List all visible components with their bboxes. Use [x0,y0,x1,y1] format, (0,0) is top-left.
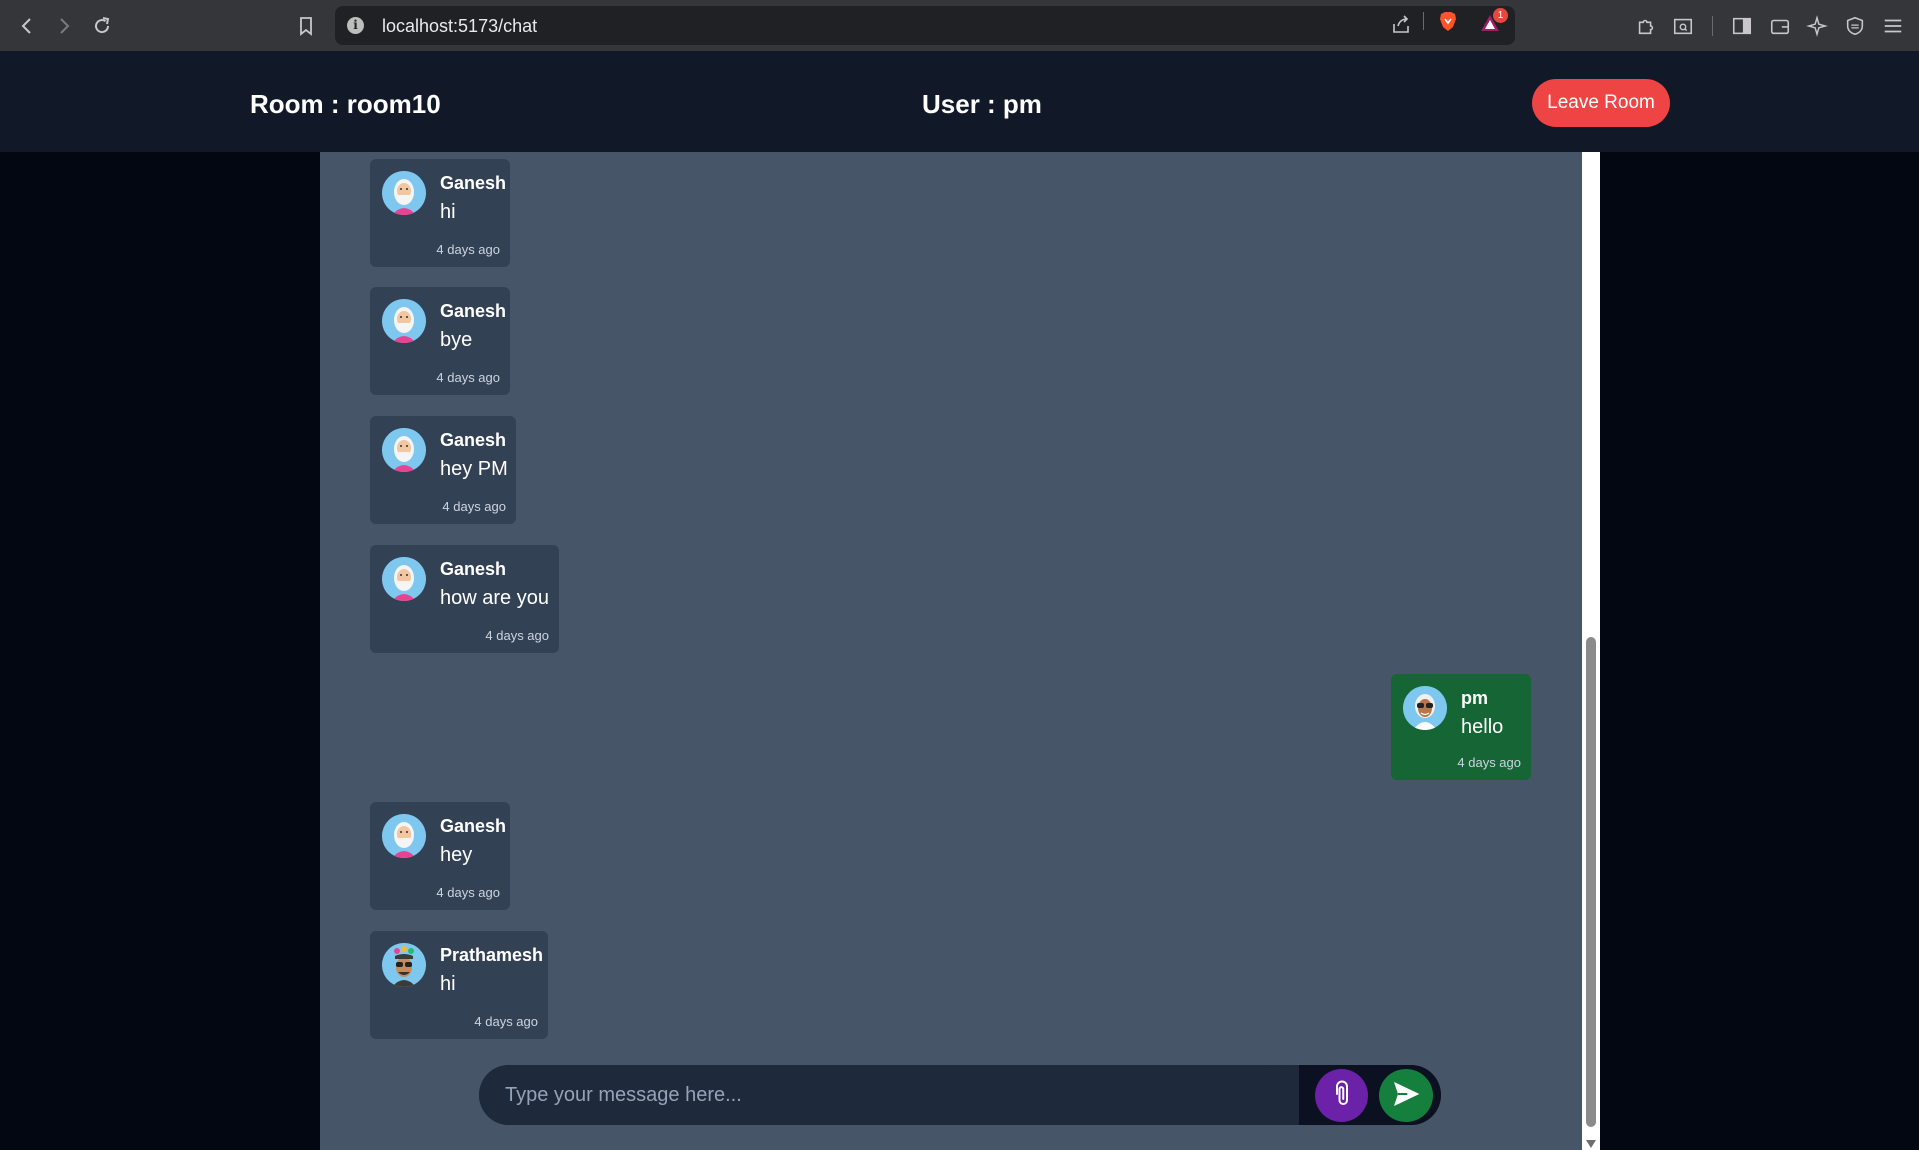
url-divider [1423,12,1424,30]
message-text: bye [440,329,473,351]
message-time: 4 days ago [485,628,549,643]
chat-scrollbar[interactable] [1582,152,1600,1150]
white-hair-avatar-icon [382,814,426,858]
brave-shields-icon[interactable] [1437,10,1459,32]
chat-messages-panel[interactable]: Ganesh hi 4 days ago Ganesh bye 4 days a… [320,152,1582,1150]
extensions-icon[interactable] [1634,14,1658,38]
reload-icon[interactable] [89,13,115,39]
address-bar[interactable]: i localhost:5173/chat [335,6,1515,45]
vpn-shield-icon[interactable] [1843,14,1867,38]
message-author: Prathamesh [440,945,544,965]
message-bubble-own: pm hello 4 days ago [1391,674,1531,780]
message-time: 4 days ago [436,885,500,900]
message-time: 4 days ago [436,370,500,385]
scrollbar-thumb[interactable] [1586,637,1596,1127]
message-text: hey PM [440,458,508,480]
send-icon [1390,1078,1422,1113]
scroll-down-icon[interactable] [1586,1140,1596,1148]
forward-icon[interactable] [51,13,77,39]
message-author: pm [1461,688,1488,708]
chat-header: Room : room10 User : pm Leave Room [0,51,1919,152]
notification-badge: 1 [1493,8,1508,23]
back-icon[interactable] [14,13,40,39]
toolbar-divider [1712,16,1713,36]
message-bubble: Ganesh bye 4 days ago [370,287,510,395]
share-icon[interactable] [1390,14,1412,36]
message-input[interactable] [479,1065,1299,1125]
message-text: hi [440,973,456,995]
white-hair-avatar-icon [382,428,426,472]
paperclip-icon [1327,1079,1357,1112]
leo-ai-icon[interactable] [1805,14,1829,38]
white-hair-avatar-icon [382,299,426,343]
message-bubble: Ganesh how are you 4 days ago [370,545,559,653]
flower-hat-avatar-icon [382,943,426,987]
message-text: how are you [440,587,549,609]
bookmark-icon[interactable] [293,13,319,39]
wallet-icon[interactable] [1768,14,1792,38]
site-info-icon[interactable]: i [347,17,364,34]
message-bubble: Ganesh hi 4 days ago [370,159,510,267]
send-button[interactable] [1379,1069,1433,1122]
message-author: Ganesh [440,816,507,836]
message-time: 4 days ago [436,242,500,257]
leave-room-button[interactable]: Leave Room [1532,79,1670,127]
message-bubble: Ganesh hey PM 4 days ago [370,416,516,524]
message-time: 4 days ago [1457,755,1521,770]
white-hair-avatar-icon [382,557,426,601]
message-author: Ganesh [440,559,507,579]
tab-search-icon[interactable] [1671,14,1695,38]
message-author: Ganesh [440,301,507,321]
message-bubble: Prathamesh hi 4 days ago [370,931,548,1039]
url-text[interactable]: localhost:5173/chat [382,16,537,37]
sunglasses-avatar-icon [1403,686,1447,730]
browser-toolbar: i localhost:5173/chat 1 [0,0,1919,51]
message-text: hey [440,844,473,866]
message-time: 4 days ago [474,1014,538,1029]
message-time: 4 days ago [442,499,506,514]
message-author: Ganesh [440,173,507,193]
attach-button[interactable] [1315,1069,1368,1122]
message-author: Ganesh [440,430,507,450]
user-name: User : pm [922,89,1042,119]
white-hair-avatar-icon [382,171,426,215]
message-composer [479,1065,1441,1125]
room-name: Room : room10 [250,89,441,119]
menu-icon[interactable] [1881,14,1905,38]
message-text: hello [1461,716,1504,738]
sidebar-icon[interactable] [1730,14,1754,38]
message-bubble: Ganesh hey 4 days ago [370,802,510,910]
message-text: hi [440,201,456,223]
